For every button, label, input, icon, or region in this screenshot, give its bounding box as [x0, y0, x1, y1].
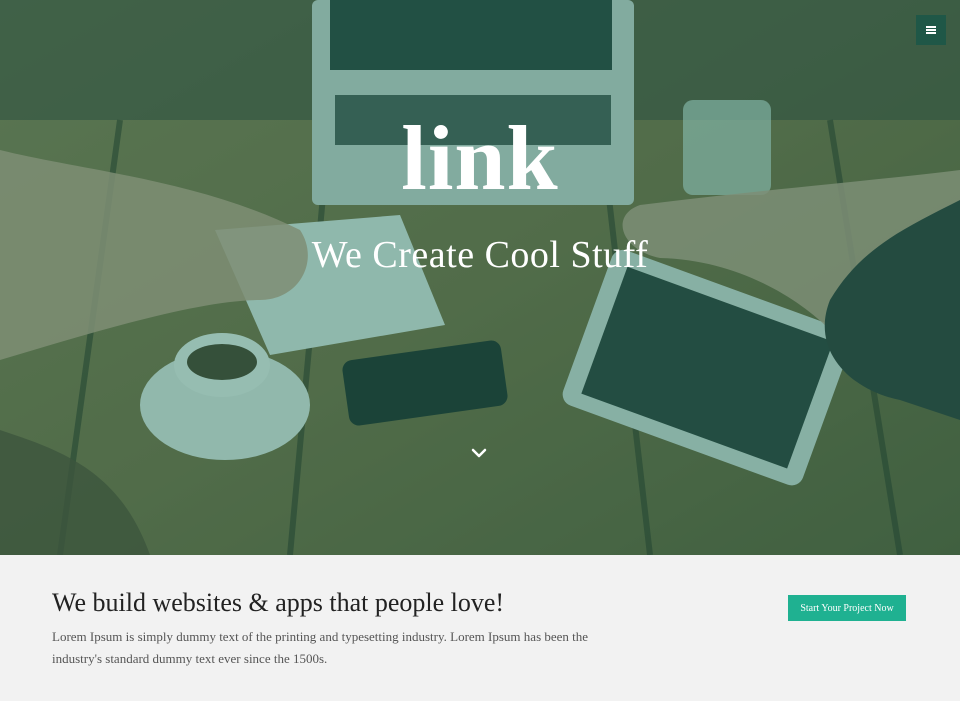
hamburger-menu-icon: [926, 26, 936, 34]
start-project-button[interactable]: Start Your Project Now: [788, 595, 906, 621]
cta-heading: We build websites & apps that people lov…: [52, 588, 505, 617]
menu-button[interactable]: [916, 15, 946, 45]
hero-tagline: We Create Cool Stuff: [311, 234, 649, 276]
chevron-down-icon: [471, 448, 487, 458]
scroll-down-button[interactable]: [466, 440, 492, 466]
hero-color-overlay: [0, 0, 960, 555]
brand-logo-text: link: [401, 107, 559, 209]
hero-section: link We Create Cool Stuff: [0, 0, 960, 555]
cta-description: Lorem Ipsum is simply dummy text of the …: [52, 629, 589, 666]
